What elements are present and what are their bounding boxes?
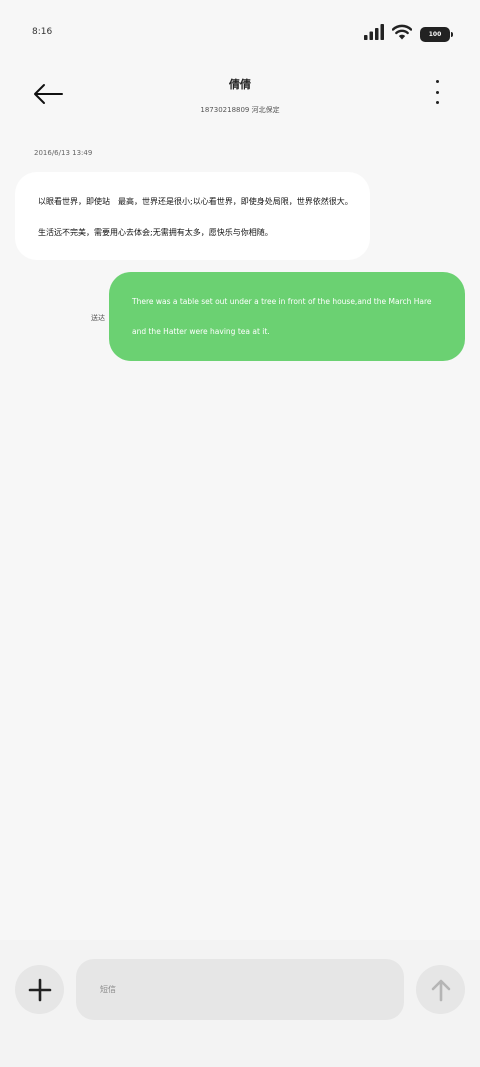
outgoing-message-bubble[interactable]: There was a table set out under a tree i…: [109, 272, 465, 361]
battery-icon: 100: [420, 26, 453, 42]
signal-icon: [364, 24, 384, 44]
plus-icon: [28, 978, 51, 1001]
incoming-message-line: 以眼看世界，即使站 最高，世界还是很小;以心看世界，即使身处局限，世界依然很大。: [38, 197, 353, 206]
outgoing-message-line: and the Hatter were having tea at it.: [132, 327, 270, 336]
wifi-icon: [391, 24, 413, 44]
send-arrow-icon: [431, 979, 450, 1001]
status-bar: 8:16 100: [0, 0, 480, 60]
message-timestamp: 2016/6/13 13:49: [34, 149, 93, 157]
status-icons: 100: [364, 24, 453, 44]
more-options-button[interactable]: [432, 80, 442, 108]
status-time: 8:16: [32, 27, 53, 37]
incoming-message-line: 生活远不完美，需要用心去体会;无需拥有太多，愿快乐与你相随。: [38, 228, 273, 237]
delivery-status: 送达: [91, 314, 105, 322]
outgoing-message-line: There was a table set out under a tree i…: [132, 297, 432, 306]
battery-level: 100: [428, 30, 442, 38]
send-button[interactable]: [416, 965, 465, 1014]
more-vertical-icon: [435, 80, 439, 104]
message-input[interactable]: [76, 959, 404, 1020]
add-attachment-button[interactable]: [15, 965, 64, 1014]
contact-detail: 18730218809 河北保定: [200, 106, 280, 114]
contact-name: 倩倩: [229, 78, 251, 91]
message-composer: [0, 940, 480, 1067]
conversation-header: 倩倩 18730218809 河北保定: [0, 60, 480, 130]
incoming-message-bubble[interactable]: 以眼看世界，即使站 最高，世界还是很小;以心看世界，即使身处局限，世界依然很大。…: [15, 172, 370, 260]
